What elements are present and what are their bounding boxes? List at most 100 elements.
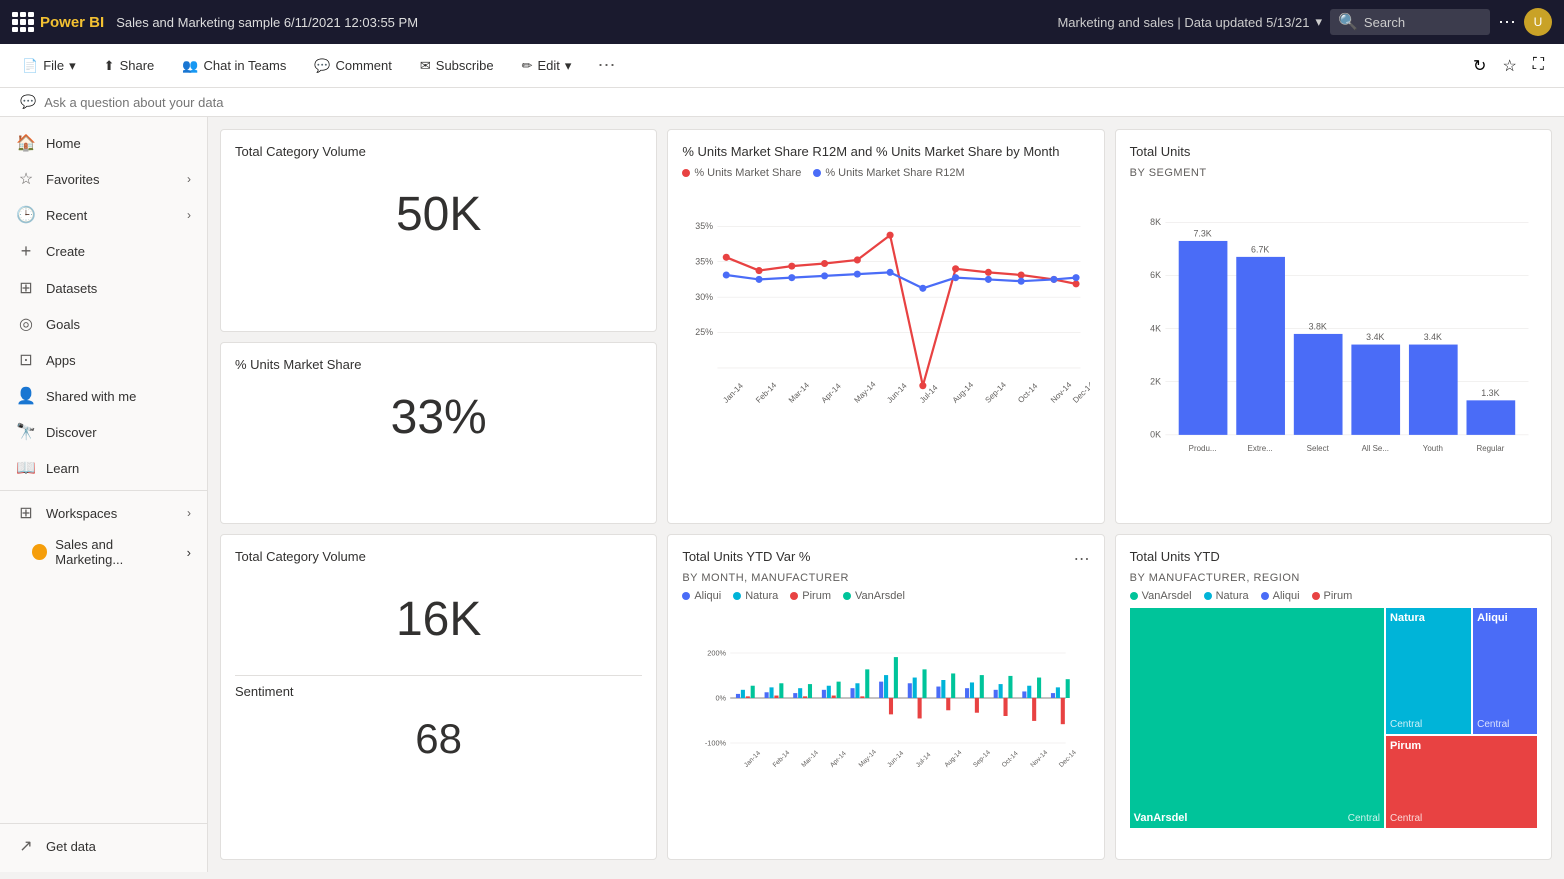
center-info: Marketing and sales | Data updated 5/13/… — [1057, 14, 1322, 30]
apps-icon: ⊡ — [16, 350, 36, 370]
svg-text:Apr-14: Apr-14 — [820, 381, 844, 405]
svg-text:3.4K: 3.4K — [1423, 332, 1441, 342]
sidebar-item-datasets[interactable]: ⊞ Datasets — [0, 270, 207, 306]
ytd-var-more-icon[interactable]: ⋯ — [1074, 549, 1090, 569]
favorites-icon: ☆ — [16, 169, 36, 189]
sales-marketing-chevron-icon: › — [187, 545, 191, 560]
avatar[interactable]: U — [1524, 8, 1552, 36]
sidebar-item-learn[interactable]: 📖 Learn — [0, 450, 207, 486]
search-box[interactable]: 🔍 — [1330, 9, 1490, 35]
svg-text:Jul-14: Jul-14 — [915, 751, 933, 769]
datasets-icon: ⊞ — [16, 278, 36, 298]
comment-button[interactable]: 💬 Comment — [308, 54, 398, 78]
recent-icon: 🕒 — [16, 205, 36, 225]
chat-in-teams-button[interactable]: 👥 Chat in Teams — [176, 54, 292, 78]
fullscreen-icon[interactable]: ⛶ — [1529, 52, 1548, 80]
card-line-chart: % Units Market Share R12M and % Units Ma… — [667, 129, 1104, 524]
content-grid: Total Category Volume 50K % Units Market… — [208, 117, 1564, 872]
sentiment-value: 68 — [235, 707, 642, 771]
svg-text:Dec-14: Dec-14 — [1058, 749, 1078, 769]
bar-chart-svg: 8K 6K 4K 2K 0K 7.3K Produ... 6.7K Ext — [1130, 187, 1537, 502]
legend-aliqui: Aliqui — [682, 590, 721, 602]
card-bar-chart: Total Units BY SEGMENT 8K 6K 4K 2K 0K 7.… — [1115, 129, 1552, 524]
pct-share-value: 33% — [235, 380, 642, 455]
subscribe-button[interactable]: ✉ Subscribe — [414, 54, 500, 78]
more-toolbar-icon[interactable]: ⋯ — [597, 55, 615, 76]
svg-text:Jun-14: Jun-14 — [885, 381, 909, 405]
treemap-natura: Natura Central — [1386, 608, 1471, 734]
svg-text:Apr-14: Apr-14 — [829, 750, 848, 769]
card-title-sentiment: Sentiment — [235, 675, 642, 699]
file-button[interactable]: 📄 File ▾ — [16, 54, 82, 78]
toolbar-right-icons: ↻ ☆ ⛶ — [1469, 52, 1548, 80]
svg-text:Jan-14: Jan-14 — [743, 750, 762, 769]
svg-text:Oct-14: Oct-14 — [1001, 750, 1020, 769]
ytd-var-svg: 200% 0% -100% — [682, 608, 1089, 788]
top-nav: Power BI Sales and Marketing sample 6/11… — [0, 0, 1564, 44]
sidebar-item-recent[interactable]: 🕒 Recent › — [0, 197, 207, 233]
teams-icon: 👥 — [182, 58, 198, 74]
favorites-chevron-icon: › — [187, 172, 191, 186]
share-button[interactable]: ⬆ Share — [98, 54, 161, 78]
sidebar-item-home[interactable]: 🏠 Home — [0, 125, 207, 161]
sidebar-item-goals[interactable]: ◎ Goals — [0, 306, 207, 342]
card-total-volume-1: Total Category Volume 50K — [220, 129, 657, 332]
sidebar-item-discover[interactable]: 🔭 Discover — [0, 414, 207, 450]
sidebar-item-create[interactable]: + Create — [0, 233, 207, 270]
waffle-menu[interactable] — [12, 12, 32, 32]
svg-text:May-14: May-14 — [858, 748, 879, 769]
svg-text:2K: 2K — [1150, 376, 1161, 386]
doc-title: Sales and Marketing sample 6/11/2021 12:… — [116, 15, 1049, 30]
sidebar-item-workspaces[interactable]: ⊞ Workspaces › — [0, 495, 207, 531]
svg-text:Dec-14: Dec-14 — [1071, 380, 1089, 405]
sidebar-item-shared[interactable]: 👤 Shared with me — [0, 378, 207, 414]
file-icon: 📄 — [22, 58, 38, 74]
card-title-pct-share: % Units Market Share — [235, 357, 642, 372]
qa-input[interactable] — [44, 95, 444, 110]
sidebar-item-sales-marketing[interactable]: Sales and Marketing... › — [0, 531, 207, 573]
svg-text:Nov-14: Nov-14 — [1049, 380, 1074, 405]
legend-item-r12m: % Units Market Share R12M — [813, 167, 964, 179]
svg-text:Jan-14: Jan-14 — [722, 381, 746, 405]
card-title-total-volume-2: Total Category Volume — [235, 549, 642, 564]
refresh-icon[interactable]: ↻ — [1469, 52, 1490, 80]
svg-text:8K: 8K — [1150, 217, 1161, 227]
subscribe-icon: ✉ — [420, 58, 431, 74]
sidebar-item-apps[interactable]: ⊡ Apps — [0, 342, 207, 378]
sidebar-item-favorites[interactable]: ☆ Favorites › — [0, 161, 207, 197]
svg-text:4K: 4K — [1150, 323, 1161, 333]
get-data-button[interactable]: ↗ Get data — [0, 828, 207, 864]
brand-label: Power BI — [40, 14, 104, 31]
svg-text:6.7K: 6.7K — [1251, 244, 1269, 254]
svg-text:All Se...: All Se... — [1361, 444, 1388, 453]
svg-text:Nov-14: Nov-14 — [1030, 749, 1050, 769]
line-chart-title: % Units Market Share R12M and % Units Ma… — [682, 144, 1059, 159]
legend-dot-red — [682, 169, 690, 177]
edit-icon: ✏ — [522, 58, 533, 74]
qa-icon: 💬 — [20, 94, 36, 110]
svg-text:Mar-14: Mar-14 — [801, 749, 821, 769]
more-options-icon[interactable]: ⋯ — [1498, 12, 1516, 33]
legend-vanarsdel-tm: VanArsdel — [1130, 590, 1192, 602]
svg-text:3.8K: 3.8K — [1308, 322, 1326, 332]
shared-icon: 👤 — [16, 386, 36, 406]
svg-text:35%: 35% — [696, 221, 714, 231]
treemap-right: Natura Central Aliqui Central Pirum Cent… — [1386, 608, 1537, 828]
ytd-manufacturer-subtitle: BY MANUFACTURER, REGION — [1130, 572, 1537, 584]
svg-text:0K: 0K — [1150, 430, 1161, 440]
legend-pirum: Pirum — [790, 590, 831, 602]
svg-text:0%: 0% — [716, 694, 727, 703]
ytd-var-legend: Aliqui Natura Pirum VanArsdel — [682, 590, 1089, 602]
search-input[interactable] — [1364, 15, 1482, 30]
edit-button[interactable]: ✏ Edit ▾ — [516, 54, 578, 78]
nav-icons: ⋯ U — [1498, 8, 1552, 36]
svg-text:Extre...: Extre... — [1247, 444, 1272, 453]
treemap-vanarsdel: VanArsdel Central — [1130, 608, 1384, 828]
favorite-icon[interactable]: ☆ — [1498, 52, 1520, 80]
svg-text:25%: 25% — [696, 327, 714, 337]
ytd-var-subtitle: BY MONTH, MANUFACTURER — [682, 572, 849, 584]
svg-text:Produ...: Produ... — [1188, 444, 1216, 453]
svg-text:6K: 6K — [1150, 270, 1161, 280]
svg-text:Aug-14: Aug-14 — [944, 749, 964, 769]
legend-pirum-tm: Pirum — [1312, 590, 1353, 602]
